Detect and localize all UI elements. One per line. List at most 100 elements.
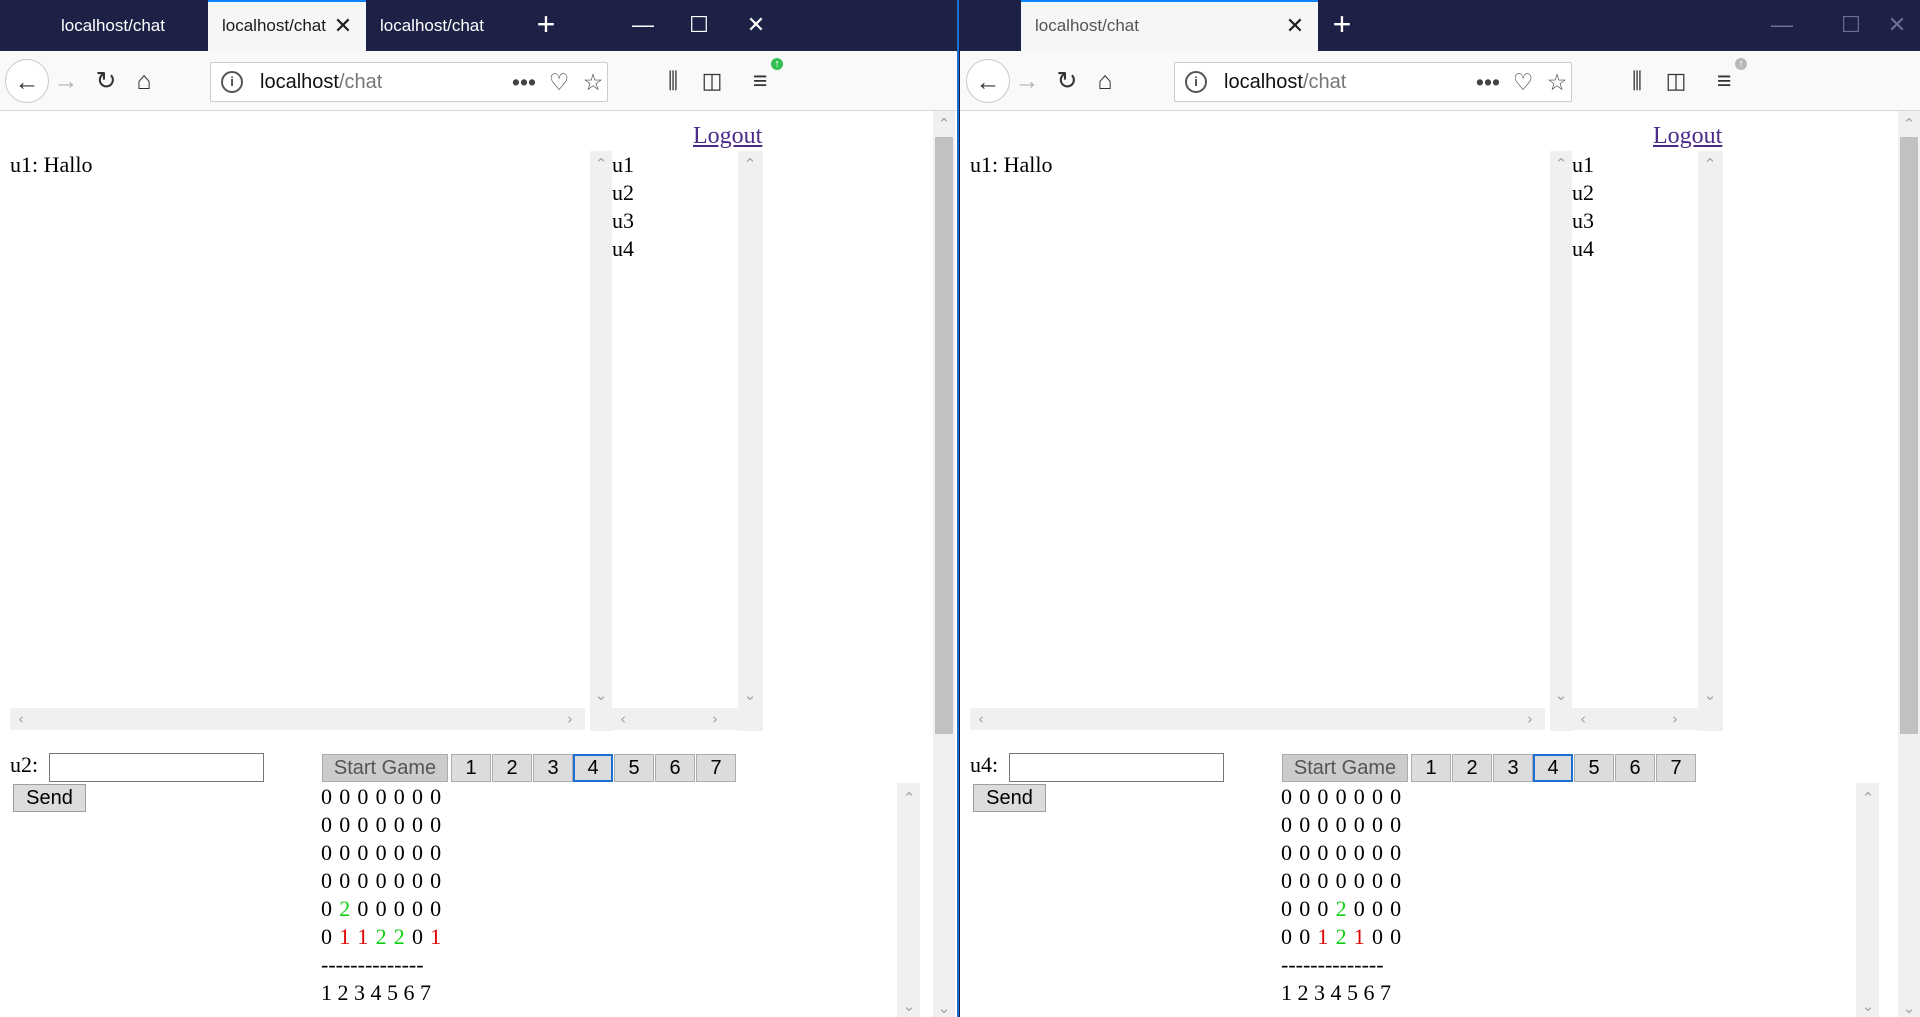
tab-3[interactable]: localhost/chat	[366, 0, 526, 51]
scroll-right-icon[interactable]: ›	[1666, 710, 1684, 728]
site-info-icon[interactable]: i	[221, 71, 243, 93]
library-icon[interactable]: ⫼	[1615, 59, 1659, 103]
column-3-button[interactable]: 3	[1493, 754, 1533, 782]
column-6-button[interactable]: 6	[1615, 754, 1655, 782]
column-4-button[interactable]: 4	[573, 754, 613, 782]
user-list[interactable]: u1 u2 u3 u4	[612, 151, 738, 708]
plus-icon[interactable]: +	[523, 0, 569, 51]
scroll-up-icon[interactable]: ⌃	[592, 155, 610, 173]
scroll-left-icon[interactable]: ‹	[972, 710, 990, 728]
close-window-icon[interactable]: ✕	[721, 0, 791, 51]
column-7-button[interactable]: 7	[696, 754, 736, 782]
scroll-up-icon[interactable]: ⌃	[1900, 115, 1918, 133]
start-game-button[interactable]: Start Game	[322, 754, 448, 782]
column-1-button[interactable]: 1	[1411, 754, 1451, 782]
forward-arrow-icon[interactable]: →	[44, 59, 88, 103]
scroll-up-icon[interactable]: ⌃	[1701, 155, 1719, 173]
minimize-icon[interactable]: —	[1747, 0, 1817, 51]
forward-arrow-icon[interactable]: →	[1005, 59, 1049, 103]
scroll-left-icon[interactable]: ‹	[614, 710, 632, 728]
scroll-right-icon[interactable]: ›	[706, 710, 724, 728]
scroll-down-icon[interactable]: ⌄	[1859, 997, 1877, 1015]
close-icon[interactable]: ✕	[1284, 2, 1306, 49]
scroll-up-icon[interactable]: ⌃	[741, 155, 759, 173]
scroll-left-icon[interactable]: ‹	[1574, 710, 1592, 728]
hamburger-menu-icon[interactable]: ≡ ↑	[1702, 56, 1749, 103]
library-icon[interactable]: ⫼	[651, 59, 695, 103]
logout-link[interactable]: Logout	[693, 123, 762, 150]
page-actions-icon[interactable]: •••	[507, 66, 541, 98]
chat-log[interactable]: u1: Hallo	[10, 151, 585, 715]
home-icon[interactable]: ⌂	[122, 59, 166, 103]
scroll-down-icon[interactable]: ⌄	[741, 686, 759, 704]
send-button[interactable]: Send	[13, 784, 86, 812]
scroll-left-icon[interactable]: ‹	[12, 710, 30, 728]
chat-log-horizontal-scrollbar[interactable]: ‹ ›	[970, 708, 1545, 730]
scroll-up-icon[interactable]: ⌃	[900, 789, 918, 807]
star-icon[interactable]: ☆	[576, 66, 610, 98]
scroll-right-icon[interactable]: ›	[1521, 710, 1539, 728]
user-list[interactable]: u1 u2 u3 u4	[1572, 151, 1698, 708]
board-cell: 2	[1335, 924, 1347, 949]
board-area-vertical-scrollbar[interactable]: ⌃ ⌄	[1856, 783, 1879, 1017]
scroll-down-icon[interactable]: ⌄	[900, 997, 918, 1015]
tab-2-active[interactable]: localhost/chat ✕	[208, 0, 366, 51]
url-bar[interactable]: i localhost/chat ••• ♡ ☆	[210, 62, 608, 102]
page-vertical-scrollbar[interactable]: ⌃ ⌄	[1898, 111, 1920, 1017]
column-2-button[interactable]: 2	[492, 754, 532, 782]
column-2-button[interactable]: 2	[1452, 754, 1492, 782]
column-3-button[interactable]: 3	[533, 754, 573, 782]
scrollbar-thumb[interactable]	[935, 137, 953, 734]
scroll-down-icon[interactable]: ⌄	[1552, 686, 1570, 704]
scroll-up-icon[interactable]: ⌃	[1859, 789, 1877, 807]
logout-link[interactable]: Logout	[1653, 123, 1722, 150]
message-input[interactable]	[49, 753, 264, 782]
user-list-horizontal-scrollbar[interactable]: ‹ ›	[1572, 708, 1698, 730]
scroll-up-icon[interactable]: ⌃	[1552, 155, 1570, 173]
column-1-button[interactable]: 1	[451, 754, 491, 782]
star-icon[interactable]: ☆	[1540, 66, 1574, 98]
plus-icon[interactable]: +	[1319, 0, 1365, 51]
site-info-icon[interactable]: i	[1185, 71, 1207, 93]
column-7-button[interactable]: 7	[1656, 754, 1696, 782]
scroll-down-icon[interactable]: ⌄	[1701, 686, 1719, 704]
page-actions-icon[interactable]: •••	[1471, 66, 1505, 98]
scroll-right-icon[interactable]: ›	[561, 710, 579, 728]
send-button[interactable]: Send	[973, 784, 1046, 812]
chat-log[interactable]: u1: Hallo	[970, 151, 1545, 715]
chat-log-horizontal-scrollbar[interactable]: ‹ ›	[10, 708, 585, 730]
scroll-down-icon[interactable]: ⌄	[1900, 999, 1918, 1017]
column-5-button[interactable]: 5	[1574, 754, 1614, 782]
column-4-button[interactable]: 4	[1533, 754, 1573, 782]
message-input[interactable]	[1009, 753, 1224, 782]
sidebar-icon[interactable]: ◫	[1654, 59, 1698, 103]
user-list-vertical-scrollbar[interactable]: ⌃ ⌄	[738, 151, 763, 708]
start-game-button[interactable]: Start Game	[1282, 754, 1408, 782]
url-bar[interactable]: i localhost/chat ••• ♡ ☆	[1174, 62, 1572, 102]
chat-log-vertical-scrollbar[interactable]: ⌃ ⌄	[1550, 151, 1572, 708]
board-area-vertical-scrollbar[interactable]: ⌃ ⌄	[897, 783, 920, 1017]
tab-1[interactable]: localhost/chat	[47, 0, 207, 51]
home-icon[interactable]: ⌂	[1083, 59, 1127, 103]
chat-log-vertical-scrollbar[interactable]: ⌃ ⌄	[590, 151, 612, 708]
user-list-horizontal-scrollbar[interactable]: ‹ ›	[612, 708, 738, 730]
scrollbar-thumb[interactable]	[1900, 137, 1918, 734]
back-arrow-icon[interactable]: ←	[5, 59, 49, 103]
column-5-button[interactable]: 5	[614, 754, 654, 782]
page-vertical-scrollbar[interactable]: ⌃ ⌄	[933, 111, 955, 1017]
pocket-icon[interactable]: ♡	[542, 66, 576, 98]
board-cell: 1	[339, 924, 351, 949]
back-arrow-icon[interactable]: ←	[966, 59, 1010, 103]
tab-1-active[interactable]: localhost/chat ✕	[1021, 0, 1318, 51]
close-window-icon[interactable]: ✕	[1862, 0, 1920, 51]
scroll-up-icon[interactable]: ⌃	[935, 115, 953, 133]
scroll-down-icon[interactable]: ⌄	[592, 686, 610, 704]
user-list-vertical-scrollbar[interactable]: ⌃ ⌄	[1698, 151, 1723, 708]
pocket-icon[interactable]: ♡	[1506, 66, 1540, 98]
sidebar-icon[interactable]: ◫	[690, 59, 734, 103]
scrollbar-corner	[738, 708, 763, 731]
column-6-button[interactable]: 6	[655, 754, 695, 782]
hamburger-menu-icon[interactable]: ≡ ↑	[738, 56, 785, 103]
scroll-down-icon[interactable]: ⌄	[935, 999, 953, 1017]
close-icon[interactable]: ✕	[332, 2, 354, 49]
